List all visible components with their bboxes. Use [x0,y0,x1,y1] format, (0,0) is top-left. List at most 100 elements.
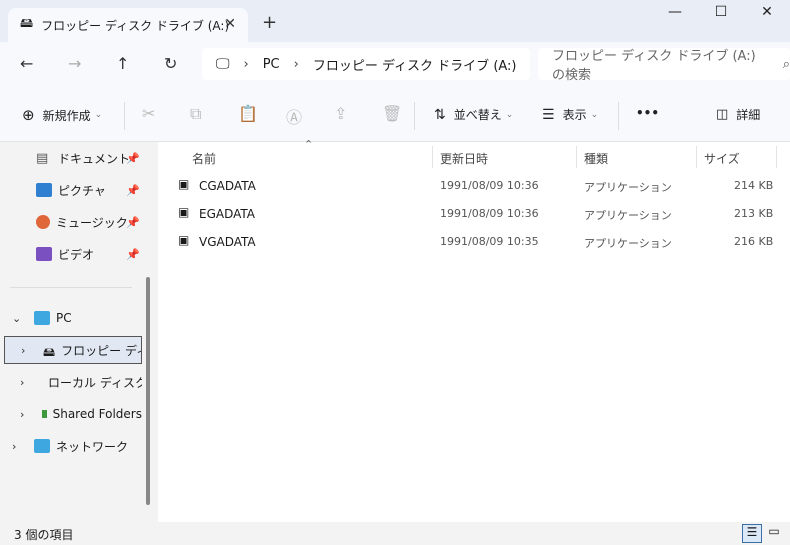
floppy-drive-icon: 🖴 [20,16,34,31]
sort-label: 並べ替え [453,108,502,122]
minimize-button[interactable]: — [652,4,698,28]
application-icon: ▣ [178,205,190,219]
details-view-button[interactable]: ☰ [742,524,762,543]
up-button[interactable]: ↑ [116,54,129,73]
sidebar-item-label: PC [56,311,72,325]
sidebar-item-local-disk[interactable]: › ローカル ディスク [0,368,142,396]
chevron-right-icon[interactable]: › [21,344,25,357]
breadcrumb-separator: › [243,56,249,72]
file-type: アプリケーション [584,237,672,250]
sidebar-item-label: ネットワーク [56,439,129,454]
file-name: CGADATA [199,179,256,193]
sidebar-item-floppy[interactable]: › 🖴 フロッピー ディスク [4,336,142,364]
chevron-down-icon: ⌄ [590,109,599,120]
column-header-date[interactable]: 更新日時 [440,150,488,167]
divider [124,102,125,130]
network-drive-icon [42,410,47,418]
chevron-right-icon[interactable]: › [20,408,24,421]
application-icon: ▣ [178,177,190,191]
new-button[interactable]: ⊕ 新規作成 ⌄ [22,106,102,124]
refresh-button[interactable]: ↻ [164,54,177,73]
breadcrumb-separator: › [293,56,299,72]
sidebar-item-label: ドキュメント [58,151,131,166]
table-row[interactable]: ▣ CGADATA 1991/08/09 10:36 アプリケーション 214 … [158,172,790,200]
floppy-drive-icon: 🖴 [43,345,56,359]
tab-close-icon[interactable]: ✕ [224,16,236,32]
share-icon[interactable]: ⇪ [334,104,347,123]
chevron-right-icon[interactable]: › [12,440,16,453]
new-tab-button[interactable]: + [262,12,277,33]
table-row[interactable]: ▣ EGADATA 1991/08/09 10:36 アプリケーション 213 … [158,200,790,228]
video-icon [36,247,52,261]
sidebar-scrollbar[interactable] [146,277,150,505]
sidebar-item-label: ミュージック [56,215,128,230]
sidebar-item-pc[interactable]: ⌄ PC [0,304,142,332]
copy-icon[interactable]: ⧉ [190,104,201,124]
search-input[interactable]: フロッピー ディスク ドライブ (A:)の検索 ⌕ [538,48,790,83]
sidebar-item-label: ピクチャ [58,183,106,198]
item-count: 3 個の項目 [14,528,74,542]
sidebar-item-shared-folders[interactable]: › Shared Folders [0,400,142,428]
sidebar-item-music[interactable]: ミュージック 📌 [0,208,142,236]
table-row[interactable]: ▣ VGADATA 1991/08/09 10:35 アプリケーション 216 … [158,228,790,256]
rename-icon[interactable]: Ⓐ [286,104,302,128]
more-options-button[interactable]: ••• [636,106,659,120]
column-divider[interactable] [432,146,433,168]
sort-button[interactable]: ⇅ 並べ替え ⌄ [434,106,513,123]
maximize-button[interactable]: ☐ [698,4,744,28]
file-list: ⌃ 名前 更新日時 種類 サイズ ▣ CGADATA 1991/08/09 10… [158,138,790,522]
file-name: VGADATA [199,235,256,249]
chevron-right-icon[interactable]: › [20,376,24,389]
sidebar-item-pictures[interactable]: ピクチャ 📌 [0,176,142,204]
pin-icon: 📌 [126,247,140,261]
chevron-down-icon: ⌄ [505,109,514,120]
file-date: 1991/08/09 10:35 [440,235,539,248]
sidebar-item-documents[interactable]: ▤ ドキュメント 📌 [0,144,142,172]
column-divider[interactable] [696,146,697,168]
title-bar: 🖴 フロッピー ディスク ドライブ (A:) ✕ + — ☐ ✕ [0,0,790,42]
view-button[interactable]: ☰ 表示 ⌄ [542,106,598,123]
divider [414,102,415,130]
delete-icon[interactable]: 🗑 [382,104,402,123]
paste-icon[interactable]: 📋 [238,104,258,123]
address-input[interactable]: 🖵 › PC › フロッピー ディスク ドライブ (A:) [202,48,530,80]
plus-circle-icon: ⊕ [22,106,35,124]
column-header-type[interactable]: 種類 [584,150,608,167]
chevron-down-icon[interactable]: ⌄ [12,312,21,325]
cut-icon[interactable]: ✂ [142,104,155,123]
file-size: 216 KB [734,235,774,248]
new-label: 新規作成 [42,108,91,123]
command-bar: ⊕ 新規作成 ⌄ ✂ ⧉ 📋 Ⓐ ⇪ 🗑 ⇅ 並べ替え ⌄ ☰ 表示 ⌄ •••… [0,88,790,142]
sort-arrow-icon: ⌃ [304,138,314,151]
breadcrumb-current[interactable]: フロッピー ディスク ドライブ (A:) [313,55,517,74]
sidebar-item-video[interactable]: ビデオ 📌 [0,240,142,268]
file-size: 213 KB [734,207,774,220]
back-button[interactable]: ← [20,54,33,73]
sidebar-item-label: ローカル ディスク [48,375,142,390]
pc-icon [34,311,50,325]
breadcrumb-pc[interactable]: PC [263,57,280,72]
file-type: アプリケーション [584,181,672,194]
sidebar-divider [10,287,132,288]
column-header-name[interactable]: 名前 [192,150,216,167]
column-header-size[interactable]: サイズ [704,150,740,167]
monitor-icon: 🖵 [216,56,230,72]
view-label: 表示 [562,108,587,122]
sidebar-item-label: ビデオ [58,247,95,262]
chevron-down-icon: ⌄ [94,110,103,120]
close-button[interactable]: ✕ [744,4,790,28]
file-type: アプリケーション [584,209,672,222]
details-pane-button[interactable]: ◫ 詳細 [716,106,760,123]
column-divider[interactable] [576,146,577,168]
address-bar-row: ← → ↑ ↻ 🖵 › PC › フロッピー ディスク ドライブ (A:) フロ… [0,42,790,88]
sort-icon: ⇅ [434,106,446,123]
sidebar-item-label: フロッピー ディスク [61,343,141,358]
navigation-pane: ▤ ドキュメント 📌 ピクチャ 📌 ミュージック 📌 ビデオ 📌 ⌄ PC › … [0,142,158,522]
tab-floppy[interactable]: 🖴 フロッピー ディスク ドライブ (A:) ✕ [8,8,248,42]
divider [618,102,619,130]
column-divider[interactable] [776,146,777,168]
tiles-view-button[interactable]: ▭ [764,524,784,543]
sidebar-item-network[interactable]: › ネットワーク [0,432,142,460]
file-date: 1991/08/09 10:36 [440,207,539,220]
forward-button[interactable]: → [68,54,81,73]
